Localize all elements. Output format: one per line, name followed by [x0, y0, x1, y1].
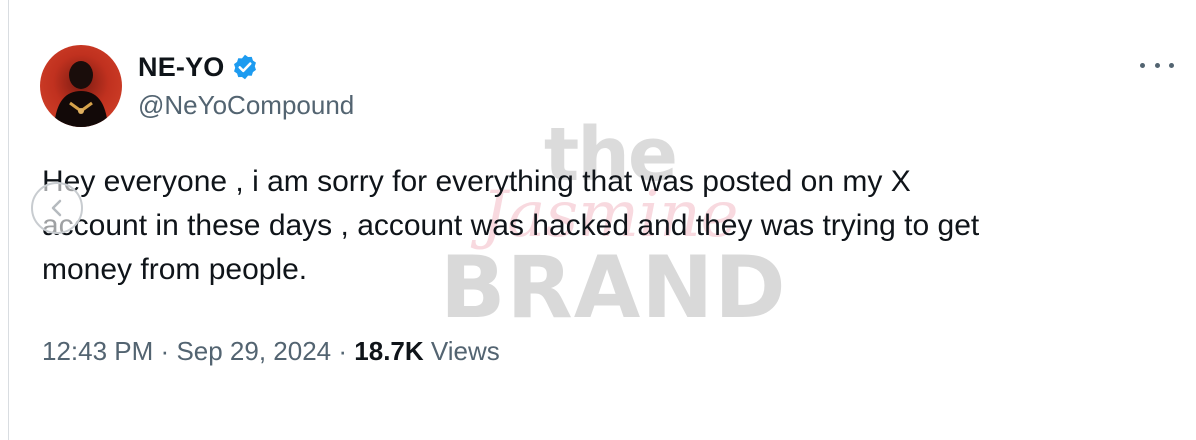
- display-name[interactable]: NE-YO: [138, 52, 225, 83]
- meta-separator: ·: [338, 336, 348, 366]
- tweet-line-1: Hey everyone , i am sorry for everything…: [42, 165, 911, 198]
- avatar-photo: [54, 61, 108, 127]
- more-dot: [1140, 62, 1145, 68]
- views-count[interactable]: 18.7K: [354, 336, 423, 366]
- tweet-line-2: account in these days , account was hack…: [42, 209, 980, 242]
- tweet-time[interactable]: 12:43 PM: [42, 336, 153, 366]
- tweet-screenshot: NE-YO @NeYoCompound the Jasmine BRAND He…: [0, 0, 1196, 440]
- more-options-icon[interactable]: [1140, 58, 1174, 72]
- carousel-prev-button[interactable]: [31, 182, 83, 234]
- verified-badge-icon: [233, 54, 256, 80]
- tweet-line-3: money from people.: [42, 253, 308, 286]
- meta-separator: ·: [160, 336, 170, 366]
- views-label: Views: [430, 336, 500, 366]
- tweet-date[interactable]: Sep 29, 2024: [176, 336, 331, 366]
- more-dot: [1169, 62, 1174, 68]
- chevron-left-icon: [51, 199, 62, 217]
- more-dot: [1154, 62, 1160, 68]
- tweet-text: Hey everyone , i am sorry for everything…: [42, 160, 1162, 292]
- tweet-meta: 12:43 PM · Sep 29, 2024 · 18.7K Views: [42, 336, 500, 367]
- user-handle[interactable]: @NeYoCompound: [138, 90, 354, 121]
- frame-edge: [8, 0, 9, 440]
- name-row: NE-YO: [138, 50, 259, 84]
- avatar[interactable]: [40, 45, 122, 127]
